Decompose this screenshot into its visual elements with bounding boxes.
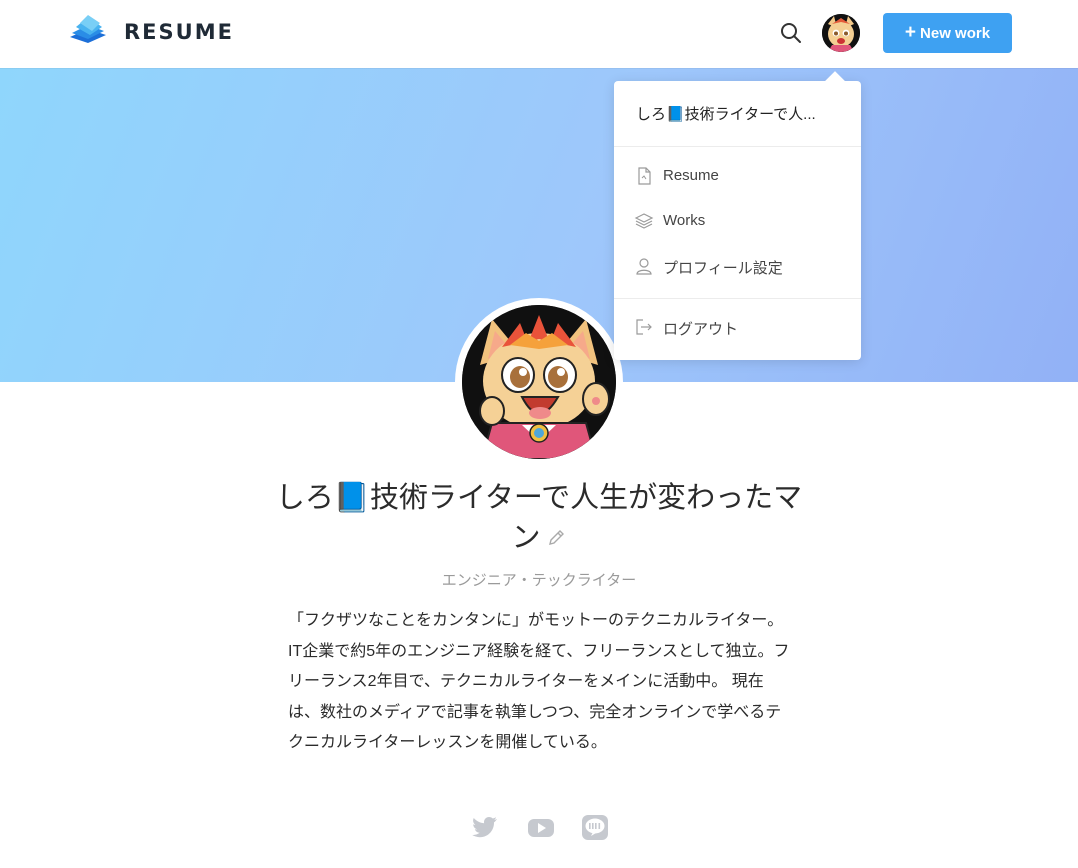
line-icon[interactable] [581, 813, 609, 841]
profile-job-title: エンジニア・テックライター [441, 572, 637, 589]
logout-icon [634, 317, 654, 337]
resume-logo-icon[interactable] [66, 13, 110, 53]
user-dropdown-menu: しろ📘技術ライターで人... Resume Works プロフィール設定 ログア… [614, 71, 861, 360]
twitter-icon[interactable] [472, 813, 500, 841]
user-icon [634, 256, 654, 276]
menu-item-label: ログアウト [663, 321, 739, 338]
menu-item-profile-settings[interactable]: プロフィール設定 [614, 248, 861, 284]
divider [614, 146, 861, 147]
user-avatar[interactable] [822, 14, 860, 52]
menu-item-label: Works [663, 212, 706, 229]
profile-bio: 「フクザツなことをカンタンに」がモットーのテクニカルライター。 IT企業で約5年… [288, 612, 790, 751]
search-icon[interactable] [778, 20, 804, 46]
top-navigation-bar: RESUME + New work [0, 0, 1078, 68]
profile-name-text: しろ📘技術ライターで人生が変わったマン [275, 482, 803, 554]
plus-icon: + [904, 22, 917, 43]
menu-item-label: Resume [663, 167, 719, 184]
new-work-button[interactable]: + New work [883, 13, 1012, 53]
layers-icon [634, 211, 654, 231]
profile-name: しろ📘技術ライターで人生が変わったマン [270, 478, 808, 558]
menu-item-works[interactable]: Works [614, 203, 861, 239]
profile-avatar[interactable] [455, 298, 623, 466]
menu-item-label: プロフィール設定 [663, 260, 783, 277]
menu-item-logout[interactable]: ログアウト [614, 309, 861, 345]
logo-text[interactable]: RESUME [124, 20, 234, 44]
pencil-icon[interactable] [545, 520, 567, 545]
new-work-label: New work [920, 25, 991, 42]
document-icon [634, 166, 654, 186]
profile-avatar-image [462, 305, 616, 459]
divider [614, 298, 861, 299]
dropdown-user-name[interactable]: しろ📘技術ライターで人... [636, 103, 846, 124]
youtube-icon[interactable] [527, 813, 555, 841]
menu-item-resume[interactable]: Resume [614, 158, 861, 194]
